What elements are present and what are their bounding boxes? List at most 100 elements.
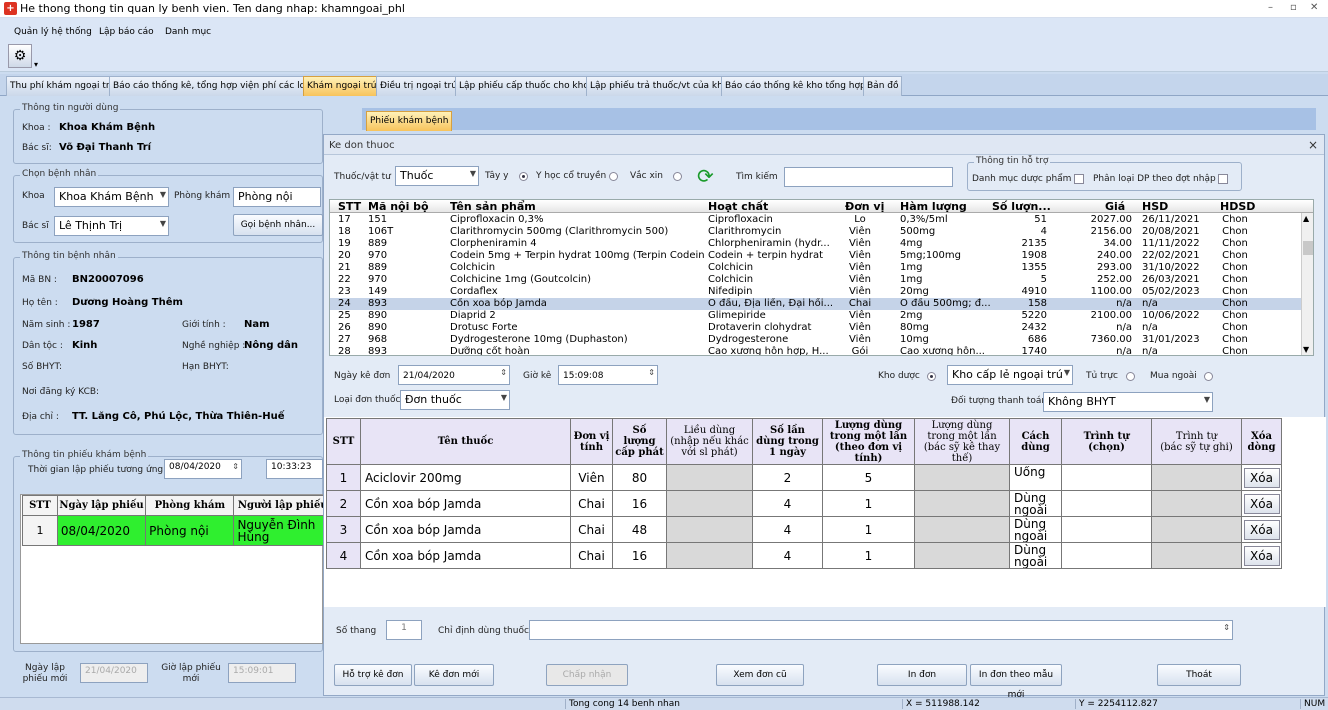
tab-2[interactable]: Khám ngoại trú xyxy=(303,76,381,96)
detail-cell[interactable]: 1 xyxy=(822,490,915,517)
call-patient-button[interactable]: Gọi bệnh nhân... xyxy=(233,214,323,236)
type-select[interactable]: Thuốc ▼ xyxy=(395,166,479,186)
spinner-icon[interactable]: ⇕ xyxy=(648,368,655,377)
detail-cell[interactable]: Chai xyxy=(570,490,613,517)
grid-row[interactable]: 25 890 Diaprid 2 Glimepiride Viên 2mg 5220 2100… xyxy=(330,310,1310,322)
detail-cell[interactable]: Viên xyxy=(570,464,613,491)
grid-scrollbar[interactable]: ▲ ▼ xyxy=(1301,213,1313,355)
detail-cell[interactable] xyxy=(914,490,1010,517)
print-template-button[interactable]: In đơn theo mẫu mới xyxy=(970,664,1062,700)
radio-kho[interactable] xyxy=(927,372,936,381)
so-thang-input[interactable]: 1 xyxy=(386,620,422,640)
radio-mua-ngoai[interactable] xyxy=(1204,372,1213,381)
radio-tu-truc[interactable] xyxy=(1126,372,1135,381)
tab-1[interactable]: Báo cáo thống kê, tổng hợp viện phí các … xyxy=(109,76,318,96)
detail-cell[interactable] xyxy=(666,542,753,569)
detail-cell[interactable]: Xóa xyxy=(1241,516,1282,543)
support-dm-checkbox[interactable] xyxy=(1074,174,1084,184)
grid-row[interactable]: 19 889 Clorpheniramin 4 Chlorpheniramin (hy… xyxy=(330,238,1310,250)
grid-col-2[interactable]: Tên sản phẩm xyxy=(450,200,536,213)
grid-row[interactable]: 18 106T Clarithromycin 500mg (Clarithromyc… xyxy=(330,226,1310,238)
grid-row[interactable]: 24 893 Cồn xoa bóp Jamda Ô đầu, Địa liền, Đ… xyxy=(330,298,1310,310)
table-row[interactable]: 3 Cồn xoa bóp Jamda Chai 48 4 1 Dùng ngoài Xóa xyxy=(326,516,1282,543)
grid-col-1[interactable]: Mã nội bộ xyxy=(368,200,429,213)
detail-cell[interactable] xyxy=(914,516,1010,543)
detail-cell[interactable]: Dùng ngoài xyxy=(1009,542,1062,569)
table-row[interactable]: 1 Aciclovir 200mg Viên 80 2 5 Uống Xóa xyxy=(326,464,1282,491)
detail-cell[interactable]: 2 xyxy=(752,464,823,491)
detail-cell[interactable]: Cồn xoa bóp Jamda xyxy=(360,542,571,569)
table-row[interactable]: 1 08/04/2020 Phòng nội Nguyễn Đình Hùng xyxy=(22,515,332,546)
loai-don-select[interactable]: Đơn thuốc ▼ xyxy=(400,390,510,410)
detail-cell[interactable]: 1 xyxy=(822,516,915,543)
detail-cell[interactable]: Uống xyxy=(1009,464,1062,491)
detail-cell[interactable] xyxy=(1151,490,1242,517)
refresh-icon[interactable]: ⟳ xyxy=(697,164,721,188)
table-row[interactable]: 4 Cồn xoa bóp Jamda Chai 16 4 1 Dùng ngoài Xóa xyxy=(326,542,1282,569)
spinner-icon[interactable]: ⇕ xyxy=(1223,623,1230,632)
support-button[interactable]: Hỗ trợ kê đơn xyxy=(334,664,412,686)
detail-cell[interactable]: 4 xyxy=(752,516,823,543)
grid-col-9[interactable]: HDSD xyxy=(1220,200,1255,213)
tab-phieu-kham[interactable]: Phiếu khám bệnh xyxy=(366,111,453,131)
detail-cell[interactable]: Xóa xyxy=(1241,464,1282,491)
spinner-icon[interactable]: ⇕ xyxy=(500,368,507,377)
grid-row[interactable]: 28 893 Dưỡng cốt hoàn Cao xương hỗn hợp, H.… xyxy=(330,346,1310,355)
detail-cell[interactable]: 80 xyxy=(612,464,667,491)
exam-time-input[interactable]: 10:33:23 xyxy=(266,459,323,479)
detail-cell[interactable]: Xóa xyxy=(1241,542,1282,569)
detail-cell[interactable]: Xóa xyxy=(1241,490,1282,517)
detail-cell[interactable]: 16 xyxy=(612,542,667,569)
phong-select[interactable]: Phòng nội xyxy=(233,187,321,207)
grid-row[interactable]: 23 149 Cordaflex Nifedipin Viên 20mg 4910 1100.… xyxy=(330,286,1310,298)
detail-cell[interactable] xyxy=(1061,490,1152,517)
menu-system[interactable]: Quản lý hệ thống xyxy=(14,27,92,37)
tab-0[interactable]: Thu phí khám ngoại trú xyxy=(6,76,120,96)
table-row[interactable]: 2 Cồn xoa bóp Jamda Chai 16 4 1 Dùng ngoài Xóa xyxy=(326,490,1282,517)
detail-cell[interactable]: 4 xyxy=(752,490,823,517)
close-icon[interactable]: ✕ xyxy=(1310,2,1318,13)
detail-cell[interactable]: Dùng ngoài xyxy=(1009,490,1062,517)
menu-catalog[interactable]: Danh mục xyxy=(165,27,211,37)
grid-row[interactable]: 22 970 Colchicine 1mg (Goutcolcin) Colchici… xyxy=(330,274,1310,286)
maximize-icon[interactable]: ▫ xyxy=(1290,2,1297,13)
tab-5[interactable]: Lập phiếu trả thuốc/vt của kho xyxy=(586,76,733,96)
tab-3[interactable]: Điều trị ngoại trú xyxy=(376,76,461,96)
grid-row[interactable]: 27 968 Dydrogesterone 10mg (Duphaston) Dydr… xyxy=(330,334,1310,346)
detail-cell[interactable]: 48 xyxy=(612,516,667,543)
kho-select[interactable]: Kho cấp lẻ ngoại trú ▼ xyxy=(947,365,1073,385)
bacsi-select[interactable]: Lê Thịnh Trị ▼ xyxy=(54,216,169,236)
detail-cell[interactable] xyxy=(666,490,753,517)
grid-row[interactable]: 26 890 Drotusc Forte Drotaverin clohydrat Vi… xyxy=(330,322,1310,334)
delete-row-button[interactable]: Xóa xyxy=(1243,493,1280,514)
print-button[interactable]: In đơn xyxy=(877,664,967,686)
detail-cell[interactable] xyxy=(1151,516,1242,543)
exit-button[interactable]: Thoát xyxy=(1157,664,1241,686)
spinner-icon[interactable]: ⇕ xyxy=(232,462,239,471)
detail-cell[interactable]: Chai xyxy=(570,542,613,569)
scroll-up-icon[interactable]: ▲ xyxy=(1303,214,1309,223)
view-old-button[interactable]: Xem đơn cũ xyxy=(716,664,804,686)
grid-row[interactable]: 20 970 Codein 5mg + Terpin hydrat 100mg (T… xyxy=(330,250,1310,262)
scroll-thumb[interactable] xyxy=(1303,241,1313,255)
grid-col-0[interactable]: STT xyxy=(338,200,361,213)
grid-col-7[interactable]: Giá xyxy=(1105,200,1125,213)
delete-row-button[interactable]: Xóa xyxy=(1243,519,1280,540)
detail-cell[interactable]: 16 xyxy=(612,490,667,517)
grid-row[interactable]: 21 889 Colchicin Colchicin Viên 1mg 1355 293.00… xyxy=(330,262,1310,274)
detail-cell[interactable] xyxy=(1151,464,1242,491)
detail-cell[interactable] xyxy=(1151,542,1242,569)
toolbar-tool-icon[interactable]: ⚙ xyxy=(8,44,32,68)
radio-vacxin[interactable] xyxy=(673,172,682,181)
radio-tay-y[interactable] xyxy=(519,172,528,181)
tab-7[interactable]: Bản đồ xyxy=(863,76,903,96)
dropdown-arrow-icon[interactable]: ▾ xyxy=(34,60,38,69)
detail-cell[interactable] xyxy=(666,516,753,543)
detail-cell[interactable]: 1 xyxy=(822,542,915,569)
detail-cell[interactable]: Dùng ngoài xyxy=(1009,516,1062,543)
delete-row-button[interactable]: Xóa xyxy=(1243,467,1280,488)
support-pl-checkbox[interactable] xyxy=(1218,174,1228,184)
ngay-ke-input[interactable]: 21/04/2020 ⇕ xyxy=(398,365,510,385)
minimize-icon[interactable]: – xyxy=(1268,2,1273,13)
khoa-select[interactable]: Khoa Khám Bệnh ▼ xyxy=(54,187,169,207)
